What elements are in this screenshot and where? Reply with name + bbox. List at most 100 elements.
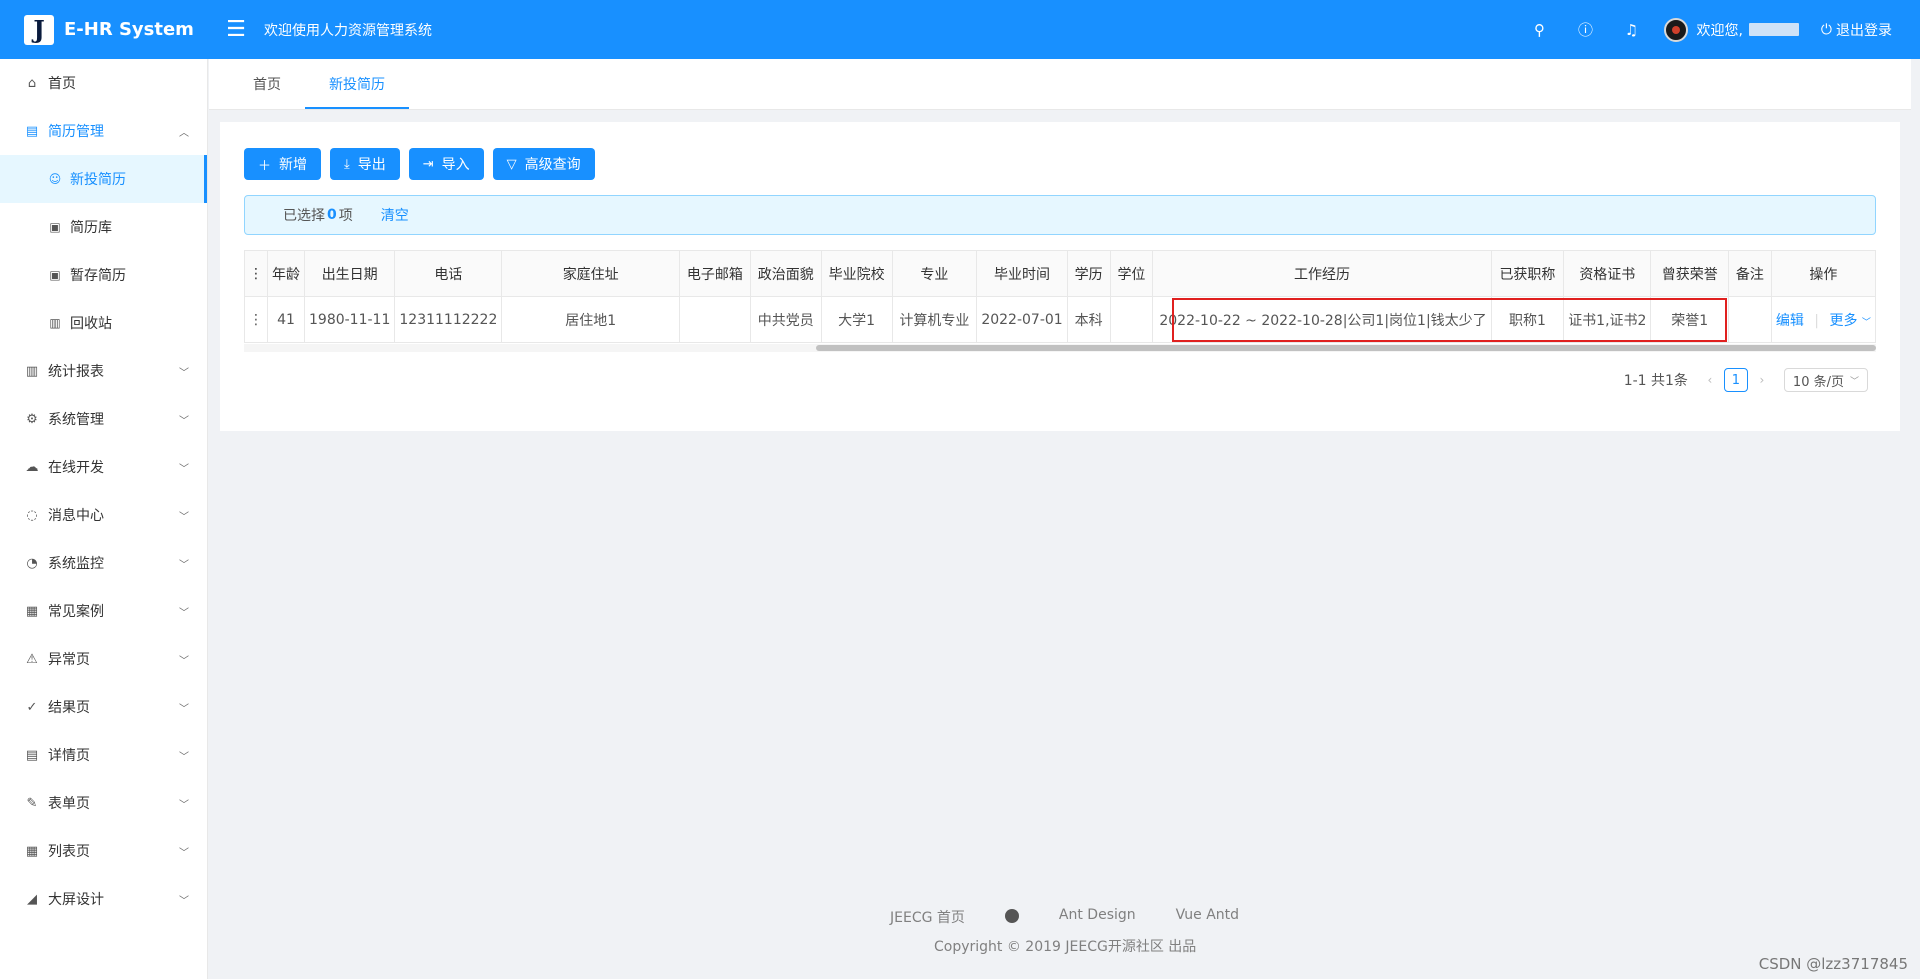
sidebar-item-result[interactable]: ✓ 结果页 ﹀ (0, 683, 207, 731)
column-header[interactable]: 毕业时间 (976, 250, 1068, 297)
next-page-icon[interactable]: › (1752, 373, 1772, 387)
sidebar-item-home[interactable]: ⌂ 首页 (0, 59, 207, 107)
chevron-down-icon: ﹀ (179, 895, 189, 907)
sidebar-subitem-draft-resume[interactable]: ▣ 暂存简历 (0, 251, 207, 299)
sidebar-item-label: 大屏设计 (48, 892, 104, 908)
cell-certificates: 证书1,证书2 (1563, 296, 1652, 343)
welcome-text: 欢迎您, (1696, 22, 1743, 39)
tab-home[interactable]: 首页 (229, 58, 305, 109)
table-row[interactable]: ⋮ 41 1980-11-11 12311112222 居住地1 中共党员 大学… (244, 296, 1876, 343)
cell-age: 41 (267, 296, 305, 343)
clear-selection-link[interactable]: 清空 (381, 205, 409, 225)
github-icon[interactable] (1004, 907, 1019, 927)
add-button[interactable]: ＋ 新增 (244, 148, 322, 180)
sidebar-item-resume[interactable]: ▤ 简历管理 ︿ (0, 107, 207, 155)
import-icon: ⇥ (422, 156, 434, 172)
sidebar-item-bigscreen[interactable]: ◢ 大屏设计 ﹀ (0, 875, 207, 923)
chevron-down-icon: ﹀ (179, 463, 189, 475)
column-handle-icon[interactable]: ⋮ (244, 250, 268, 297)
sidebar-item-online-dev[interactable]: ☁ 在线开发 ﹀ (0, 443, 207, 491)
sidebar-item-label: 在线开发 (48, 460, 104, 476)
edit-link[interactable]: 编辑 (1776, 313, 1804, 329)
sidebar-item-detail[interactable]: ▤ 详情页 ﹀ (0, 731, 207, 779)
column-header[interactable]: 年龄 (267, 250, 305, 297)
avatar[interactable] (1664, 17, 1689, 42)
sidebar: ⌂ 首页 ▤ 简历管理 ︿ ☺ 新投简历 ▣ 简历库 ▣ 暂存简历 ▥ 回收站 … (0, 59, 208, 979)
sidebar-item-label: 异常页 (48, 652, 90, 668)
prev-page-icon[interactable]: ‹ (1700, 373, 1720, 387)
column-header[interactable]: 专业 (891, 250, 978, 297)
search-icon[interactable]: ⚲ (1516, 21, 1562, 39)
column-header[interactable]: 电话 (394, 250, 503, 297)
chevron-up-icon: ︿ (179, 127, 189, 139)
sidebar-item-list[interactable]: ▦ 列表页 ﹀ (0, 827, 207, 875)
dashboard-icon: ◔ (26, 555, 38, 571)
column-header[interactable]: 电子邮箱 (679, 250, 751, 297)
scrollbar-thumb[interactable] (816, 345, 1876, 351)
logout-label: 退出登录 (1836, 22, 1892, 39)
horizontal-scrollbar[interactable] (244, 344, 1876, 352)
button-label: 导入 (441, 157, 470, 173)
qrcode-icon: ▦ (25, 603, 39, 619)
sidebar-item-label: 统计报表 (48, 364, 104, 380)
row-handle-icon[interactable]: ⋮ (244, 296, 268, 343)
column-header[interactable]: 资格证书 (1563, 250, 1652, 297)
cell-education: 本科 (1066, 296, 1111, 343)
more-dropdown[interactable]: 更多 ﹀ (1829, 313, 1870, 329)
warning-icon: ⚠ (26, 651, 38, 667)
column-header[interactable]: 已获职称 (1490, 250, 1565, 297)
sidebar-item-messages[interactable]: ◌ 消息中心 ﹀ (0, 491, 207, 539)
column-header[interactable]: 政治面貌 (749, 250, 822, 297)
sidebar-subitem-recycle-bin[interactable]: ▥ 回收站 (0, 299, 207, 347)
column-header[interactable]: 毕业院校 (820, 250, 893, 297)
page-number-button[interactable]: 1 (1723, 368, 1748, 392)
column-header[interactable]: 曾获荣誉 (1650, 250, 1729, 297)
download-icon: ⤓ (344, 156, 350, 172)
column-header[interactable]: 学历 (1066, 250, 1111, 297)
cell-political: 中共党员 (749, 296, 822, 343)
button-label: 高级查询 (524, 157, 581, 173)
import-button[interactable]: ⇥ 导入 (408, 148, 484, 180)
page-size-select[interactable]: 10 条/页 ﹀ (1783, 368, 1868, 392)
column-header[interactable]: 学位 (1109, 250, 1154, 297)
sidebar-item-form[interactable]: ✎ 表单页 ﹀ (0, 779, 207, 827)
chevron-down-icon: ﹀ (179, 607, 189, 619)
form-icon: ✎ (26, 795, 38, 811)
gear-icon: ⚙ (26, 411, 38, 427)
column-header[interactable]: 备注 (1727, 250, 1772, 297)
filter-icon: ▽ (506, 156, 517, 172)
sidebar-item-monitor[interactable]: ◔ 系统监控 ﹀ (0, 539, 207, 587)
sidebar-item-reports[interactable]: ▥ 统计报表 ﹀ (0, 347, 207, 395)
logo[interactable]: J E-HR System (0, 0, 208, 59)
menu-fold-icon[interactable]: ☰ (224, 17, 248, 42)
area-chart-icon: ◢ (27, 891, 37, 907)
column-header[interactable]: 工作经历 (1152, 250, 1492, 297)
profile-icon: ▤ (25, 747, 39, 763)
logout-button[interactable]: ⏻ 退出登录 (1821, 20, 1892, 40)
column-header[interactable]: 家庭住址 (501, 250, 681, 297)
sidebar-item-exception[interactable]: ⚠ 异常页 ﹀ (0, 635, 207, 683)
sidebar-item-label: 结果页 (48, 700, 90, 716)
sidebar-item-label: 回收站 (70, 316, 112, 332)
footer-link-jeecg[interactable]: JEECG 首页 (890, 907, 965, 927)
sidebar-subitem-new-resume[interactable]: ☺ 新投简历 (0, 155, 207, 203)
cell-major: 计算机专业 (891, 296, 978, 343)
sidebar-item-label: 列表页 (48, 844, 90, 860)
advanced-search-button[interactable]: ▽ 高级查询 (492, 148, 595, 180)
tab-new-resume[interactable]: 新投简历 (305, 58, 409, 109)
user-icon: ☺ (48, 172, 62, 186)
chevron-down-icon: ﹀ (179, 655, 189, 667)
sidebar-item-label: 系统监控 (48, 556, 104, 572)
footer-link-vue-antd[interactable]: Vue Antd (1176, 907, 1239, 927)
footer-link-ant-design[interactable]: Ant Design (1059, 907, 1136, 927)
help-icon[interactable]: ⓘ (1562, 19, 1608, 40)
bell-icon[interactable]: ♫ (1608, 21, 1654, 39)
delete-icon: ▥ (49, 316, 61, 330)
column-header[interactable]: 出生日期 (303, 250, 396, 297)
sidebar-item-cases[interactable]: ▦ 常见案例 ﹀ (0, 587, 207, 635)
sidebar-item-system[interactable]: ⚙ 系统管理 ﹀ (0, 395, 207, 443)
export-button[interactable]: ⤓ 导出 (330, 148, 400, 180)
sidebar-subitem-resume-library[interactable]: ▣ 简历库 (0, 203, 207, 251)
column-header[interactable]: 操作 (1770, 250, 1876, 297)
chevron-down-icon: ﹀ (179, 751, 189, 763)
